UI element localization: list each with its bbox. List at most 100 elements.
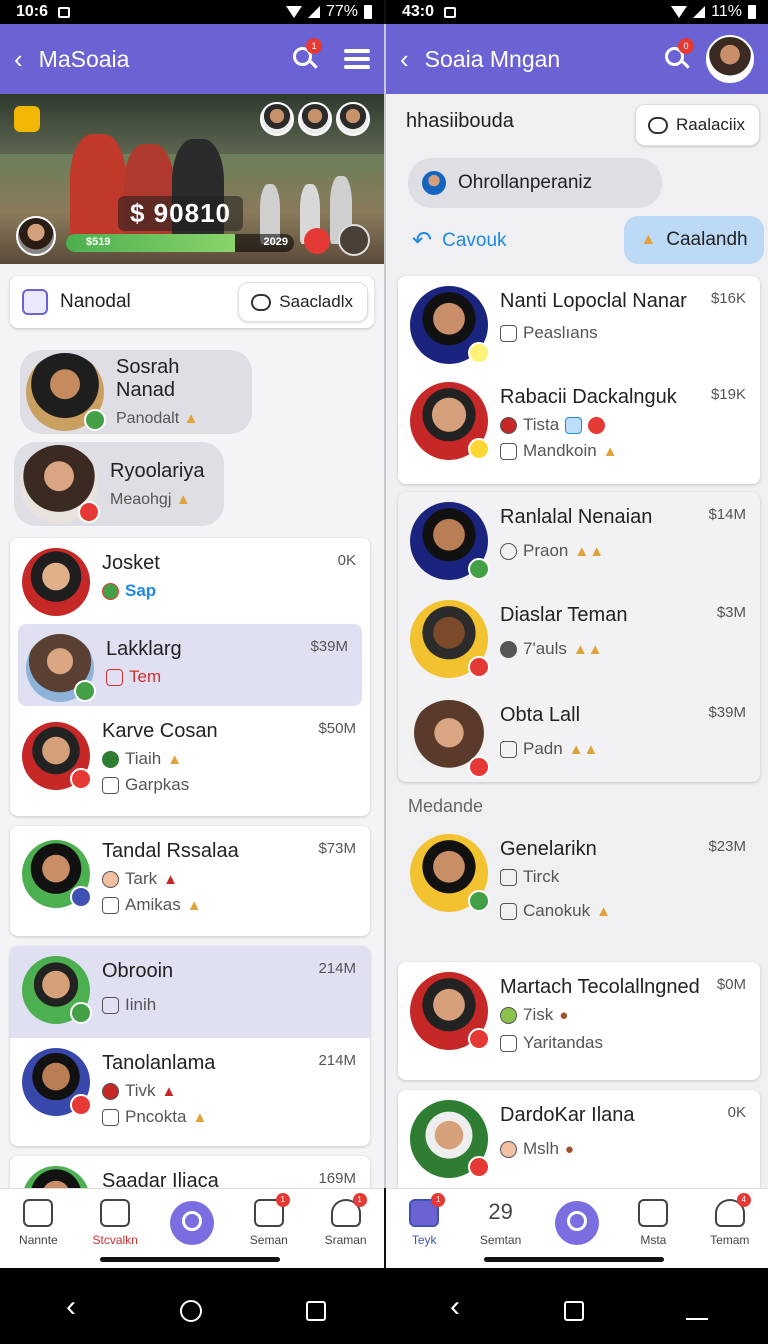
gift-icon[interactable] (304, 228, 330, 254)
status-icon (468, 1156, 490, 1178)
contact-avatar (410, 834, 490, 912)
contact-amount: 0K (337, 552, 356, 569)
bars-icon[interactable] (686, 1300, 708, 1320)
right-screen: ‹ Soaia Mngan 0 hhasiibouda Raalaciix Oh… (386, 24, 768, 1188)
list-item[interactable]: Genelarikn Tirck Canokuk ▲ $23M (398, 824, 760, 944)
list-item[interactable]: Obta Lall Padn ▲▲ $39M (398, 690, 760, 782)
bottom-nav-left: Nannte Stcvalkn 1 Seman 1 Sraman (0, 1188, 384, 1268)
search-icon (554, 1201, 599, 1245)
wifi-icon (671, 6, 688, 18)
contact-card: DardoKar Ilana Mslh ● 0K (398, 1090, 760, 1188)
search-chip-button[interactable]: Saacladlx (238, 282, 368, 322)
nav-profile[interactable]: 1 Sraman (311, 1193, 381, 1247)
share-icon[interactable] (338, 224, 370, 256)
contact-amount: $14M (708, 506, 746, 523)
notification-badge: 1 (306, 38, 322, 54)
list-item[interactable]: Rabacii Dackalnguk Tista Mandkoin ▲ $19K (398, 372, 760, 477)
reply-bubble[interactable]: ▲ Caalandh (624, 216, 764, 264)
nav-calendar[interactable]: 29 Semtan (466, 1199, 536, 1247)
search-card[interactable]: Nanodal Saacladlx (10, 276, 374, 328)
contact-status: Padn ▲▲ (500, 739, 748, 759)
back-arrow-icon[interactable]: ‹ (400, 46, 409, 72)
host-avatar[interactable] (16, 216, 56, 256)
gesture-bar[interactable] (100, 1257, 280, 1262)
list-item[interactable]: Tanolanlama Tivk ▲ Pncokta ▲ 214M (10, 1038, 370, 1143)
contact-status: Tem (106, 667, 350, 687)
list-item[interactable]: Nanti Lopoclal Nanar Peaslıans $16K (398, 276, 760, 372)
status-bar-right: 43:0 11% (386, 0, 768, 24)
contact-status: Tista (500, 415, 748, 435)
list-item[interactable]: Diaslar Teman 7'auls ▲▲ $3M (398, 590, 760, 690)
nav-media[interactable]: Msta (618, 1199, 688, 1247)
search-button[interactable]: 0 (664, 38, 694, 72)
nav-search[interactable] (157, 1199, 227, 1245)
contact-status: Peaslıans (500, 323, 748, 343)
recents-icon[interactable] (306, 1301, 326, 1321)
nav-label: Teyk (411, 1233, 437, 1247)
contact-sub: Meaohgj ▲ (110, 490, 191, 508)
contact-avatar (410, 382, 490, 460)
contact-avatar (22, 548, 90, 616)
search-icon (169, 1201, 214, 1245)
nav-profile[interactable]: 4 Temam (695, 1193, 765, 1247)
back-icon[interactable]: ‹ (66, 1290, 76, 1324)
bookmark-icon[interactable] (14, 106, 40, 132)
list-item[interactable]: Obrooin Iinih 214M (10, 946, 370, 1038)
contact-status: Praon ▲▲ (500, 541, 748, 561)
group-pill-label: Ohrollanperaniz (458, 172, 593, 193)
contact-amount: $39M (310, 638, 348, 655)
contact-detail: Garpkas (102, 775, 358, 795)
gesture-bar[interactable] (484, 1257, 664, 1262)
chip-label: Saacladlx (279, 292, 353, 311)
contact-card: Martach Tecolallngned 7isk ● Yaritandas … (398, 962, 760, 1080)
list-item[interactable]: Tandal Rssalaa Tark ▲ Amikas ▲ $73M (10, 826, 370, 931)
nav-home[interactable]: 1 Teyk (389, 1193, 459, 1247)
contact-bubble[interactable]: Sosrah Nanad Panodalt ▲ (20, 350, 252, 434)
battery-icon (748, 5, 756, 19)
contact-status: Tark ▲ (102, 869, 358, 889)
recents-icon[interactable] (564, 1301, 584, 1321)
contact-amount: $0M (716, 976, 746, 993)
contact-status: Tivk ▲ (102, 1081, 358, 1101)
contact-detail: Canokuk ▲ (500, 901, 748, 921)
app-bar: ‹ Soaia Mngan 0 (386, 24, 768, 94)
nav-home[interactable]: Nannte (3, 1199, 73, 1247)
banner-amount: $ 90810 (118, 196, 243, 231)
status-icon (74, 680, 96, 702)
nav-search[interactable] (542, 1199, 612, 1245)
list-item[interactable]: Josket Sap 0K (10, 538, 370, 624)
featured-banner[interactable]: $ 90810 $519 2029 (0, 94, 384, 264)
list-item[interactable]: Saadar Iliaca 169M (10, 1156, 370, 1188)
contact-avatar (410, 700, 490, 778)
back-icon[interactable]: ‹ (450, 1290, 460, 1324)
contact-amount: $3M (716, 604, 746, 621)
contact-bubble[interactable]: Ryoolariya Meaohgj ▲ (14, 442, 224, 526)
group-pill[interactable]: Ohrollanperaniz (408, 158, 662, 208)
battery-percent: 11% (711, 3, 742, 20)
nav-calendar[interactable]: Stcvalkn (80, 1199, 150, 1247)
list-item[interactable]: Ranlalal Nenaian Praon ▲▲ $14M (398, 492, 760, 590)
list-item[interactable]: Martach Tecolallngned 7isk ● Yaritandas … (398, 962, 760, 1069)
list-item[interactable]: Lakklarg Tem $39M (18, 624, 362, 706)
contact-amount: $73M (318, 840, 356, 857)
contact-amount: 169M (318, 1170, 356, 1187)
contact-card: Saadar Iliaca 169M (10, 1156, 370, 1188)
search-button[interactable]: 1 (292, 38, 322, 72)
home-circle-icon[interactable] (180, 1300, 202, 1322)
menu-button[interactable] (344, 45, 370, 73)
nav-label: Seman (249, 1233, 288, 1247)
status-icon (468, 1028, 490, 1050)
header-chip-button[interactable]: Raalaciix (635, 104, 760, 146)
status-icon (70, 886, 92, 908)
nav-badge: 1 (275, 1193, 290, 1207)
back-link[interactable]: ↶ Cavouk (412, 226, 507, 255)
system-nav-bar: ‹ ‹ (0, 1268, 768, 1344)
nav-chart[interactable]: 1 Seman (234, 1193, 304, 1247)
status-time: 10:6 (16, 3, 49, 20)
back-arrow-icon[interactable]: ‹ (14, 46, 23, 72)
contact-name: Martach Tecolallngned (500, 976, 700, 998)
profile-avatar[interactable] (706, 35, 754, 83)
list-item[interactable]: DardoKar Ilana Mslh ● 0K (398, 1090, 760, 1188)
status-icon (70, 1094, 92, 1116)
list-item[interactable]: Karve Cosan Tiaih ▲ Garpkas $50M (10, 706, 370, 806)
